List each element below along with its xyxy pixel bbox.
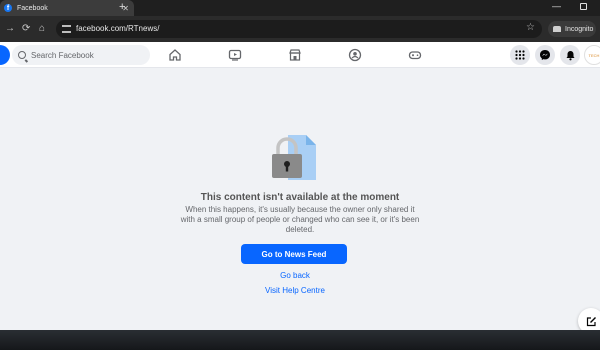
reload-icon[interactable]: ⟳	[22, 23, 30, 34]
avatar-text: TECH	[588, 52, 600, 58]
video-nav-icon[interactable]	[227, 47, 243, 63]
address-bar-row: → ⟳ ⌂ facebook.com/RTnews/ ☆ Incognito	[0, 16, 600, 42]
lock-document-icon	[272, 135, 316, 180]
new-tab-button[interactable]: +	[119, 1, 125, 13]
bookmark-star-icon[interactable]: ☆	[526, 22, 535, 33]
url-text: facebook.com/RTnews/	[76, 24, 160, 33]
compose-icon	[586, 316, 596, 326]
search-placeholder: Search Facebook	[31, 50, 94, 60]
go-to-news-feed-button[interactable]: Go to News Feed	[241, 244, 347, 264]
page-footer-background	[0, 330, 600, 350]
incognito-icon	[553, 26, 561, 32]
groups-nav-icon[interactable]	[347, 47, 363, 63]
search-icon	[18, 51, 26, 59]
menu-grid-icon[interactable]	[510, 45, 530, 65]
home-icon[interactable]: ⌂	[39, 23, 45, 34]
avatar[interactable]: TECH	[584, 45, 600, 65]
gaming-nav-icon[interactable]	[407, 47, 423, 63]
incognito-label: Incognito	[565, 25, 594, 33]
search-input[interactable]: Search Facebook	[12, 45, 150, 65]
marketplace-nav-icon[interactable]	[287, 47, 303, 63]
messenger-icon[interactable]	[535, 45, 555, 65]
tab-facebook[interactable]: f Facebook ✕	[0, 0, 134, 16]
minimize-button[interactable]: —	[552, 1, 561, 11]
tab-title: Facebook	[17, 4, 48, 12]
content-unavailable-panel: This content isn't available at the mome…	[0, 68, 600, 334]
tab-strip: f Facebook ✕ + —	[0, 0, 600, 16]
facebook-header: Search Facebook TECH	[0, 42, 600, 68]
facebook-favicon-icon: f	[4, 4, 12, 12]
notifications-bell-icon[interactable]	[560, 45, 580, 65]
facebook-logo-icon[interactable]	[0, 45, 10, 65]
go-back-link[interactable]: Go back	[0, 271, 590, 280]
site-info-icon[interactable]	[62, 25, 71, 33]
url-field[interactable]: facebook.com/RTnews/ ☆	[56, 20, 542, 38]
incognito-badge[interactable]: Incognito	[548, 21, 596, 37]
page-title: This content isn't available at the mome…	[200, 192, 400, 203]
forward-icon[interactable]: →	[5, 23, 15, 34]
help-centre-link[interactable]: Visit Help Centre	[0, 286, 590, 295]
home-nav-icon[interactable]	[167, 47, 183, 63]
maximize-button[interactable]	[580, 3, 587, 10]
message-body: When this happens, it's usually because …	[180, 205, 420, 234]
